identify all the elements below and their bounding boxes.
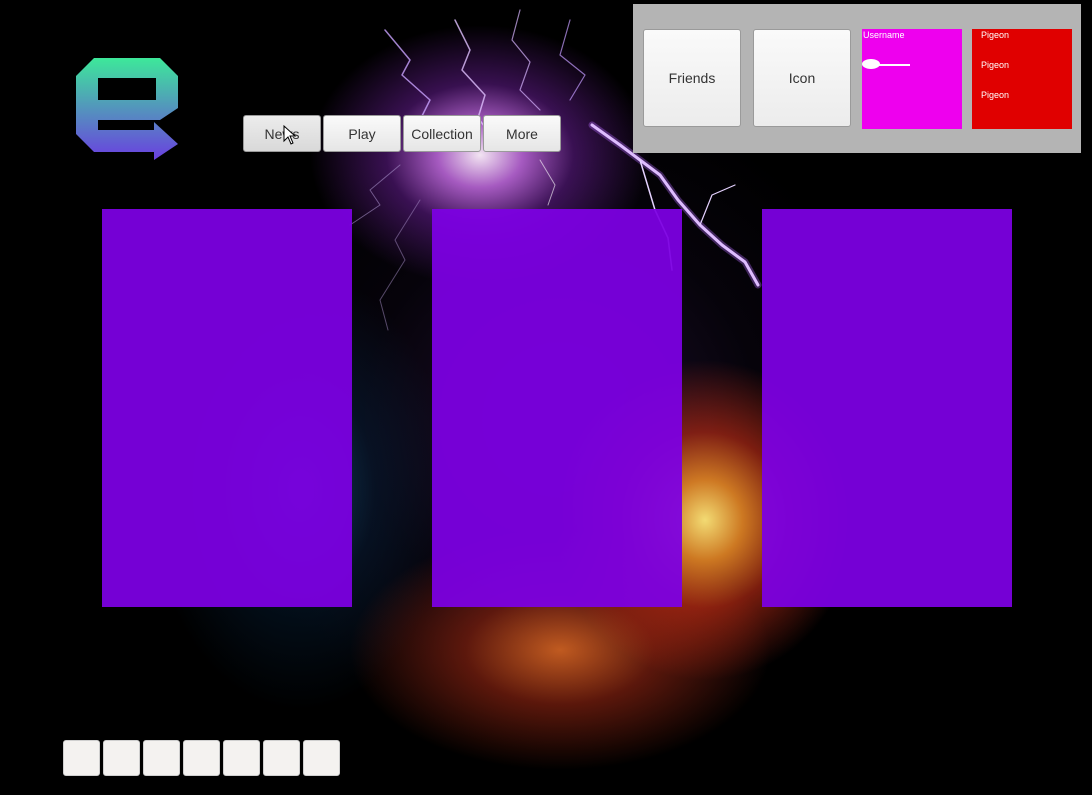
- friend-list-item[interactable]: Pigeon: [981, 30, 1009, 40]
- username-label: Username: [863, 30, 905, 40]
- content-card-center[interactable]: [432, 209, 682, 607]
- content-card-right[interactable]: [762, 209, 1012, 607]
- mouse-pointer-icon: [283, 125, 297, 145]
- nav-more-button[interactable]: More: [483, 115, 561, 152]
- friend-list-item[interactable]: Pigeon: [981, 90, 1009, 100]
- hotbar-slot[interactable]: [263, 740, 300, 776]
- hotbar-slot[interactable]: [303, 740, 340, 776]
- content-card-left[interactable]: [102, 209, 352, 607]
- icon-button[interactable]: Icon: [753, 29, 851, 127]
- hotbar-slot[interactable]: [63, 740, 100, 776]
- friend-list-item[interactable]: Pigeon: [981, 60, 1009, 70]
- username-card[interactable]: Username: [862, 29, 962, 129]
- nav-news-button[interactable]: News: [243, 115, 321, 152]
- game-logo: [76, 58, 178, 160]
- nav-collection-button[interactable]: Collection: [403, 115, 481, 152]
- username-slider-handle[interactable]: [862, 59, 880, 69]
- hotbar-slot[interactable]: [103, 740, 140, 776]
- social-panel: Friends Icon Username Pigeon Pigeon Pige…: [633, 4, 1081, 153]
- hotbar-slot[interactable]: [143, 740, 180, 776]
- nav-play-button[interactable]: Play: [323, 115, 401, 152]
- friend-list: Pigeon Pigeon Pigeon: [972, 29, 1072, 129]
- friends-button[interactable]: Friends: [643, 29, 741, 127]
- main-menu-screen: News Play Collection More Friends Icon U…: [0, 0, 1092, 795]
- hotbar-slot[interactable]: [223, 740, 260, 776]
- hotbar-slot[interactable]: [183, 740, 220, 776]
